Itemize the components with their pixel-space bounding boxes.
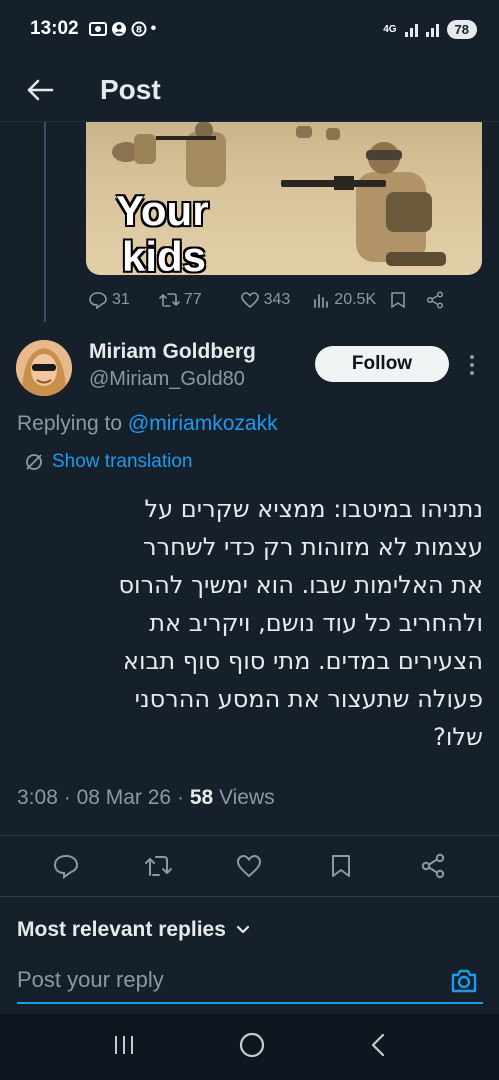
bookmark-icon [391, 292, 405, 308]
parent-post-stats: 31 77 343 20.5K [86, 285, 482, 315]
meta-separator: · [63, 786, 71, 809]
chevron-left-icon [372, 1033, 385, 1056]
more-dot [470, 363, 474, 367]
post-line: נתניהו במיטבו: ממציא שקרים על [144, 495, 483, 523]
translate-icon [26, 454, 42, 470]
camera-button[interactable] [449, 966, 479, 996]
post-line: עצמות לא מזוהות רק כדי לשחרר [143, 533, 483, 561]
analytics-icon [314, 294, 329, 308]
replies-sort-label: Most relevant replies [17, 918, 226, 941]
author-handle[interactable]: @Miriam_Gold80 [89, 368, 245, 391]
show-translation-button[interactable]: Show translation [24, 451, 192, 473]
battery-indicator: 78 [446, 19, 477, 39]
back-button[interactable] [10, 65, 70, 115]
share-icon [421, 853, 445, 879]
bookmark-button-small[interactable] [390, 291, 406, 309]
more-dot [470, 355, 474, 359]
view-count[interactable]: 20.5K [312, 291, 376, 309]
share-icon [427, 291, 444, 309]
notification-icons: 8 • [88, 20, 157, 37]
replying-to-label: Replying to [17, 412, 123, 435]
bookmark-icon [332, 855, 351, 877]
reply-count[interactable]: 31 [88, 291, 130, 309]
post-time: 3:08 [17, 786, 58, 809]
chevron-down-icon [236, 925, 250, 934]
home-icon [240, 1032, 265, 1057]
status-bar: 13:02 8 • 4G 78 [0, 0, 499, 58]
arrow-left-icon [27, 79, 54, 100]
reply-composer[interactable]: Post your reply [17, 958, 483, 1004]
meta-separator: · [176, 786, 184, 809]
reply-button[interactable] [46, 846, 86, 886]
post-timestamp: 3:08 · 08 Mar 26 · 58 Views [17, 786, 275, 810]
replying-to: Replying to @miriamkozakk [17, 412, 278, 436]
post-line: את האלימות שבו. הוא ימשיך להרוס [118, 571, 483, 599]
heart-icon [240, 292, 259, 309]
svg-text:8: 8 [135, 26, 141, 36]
like-count[interactable]: 343 [240, 291, 291, 309]
camera-icon [451, 969, 477, 993]
repost-button[interactable] [138, 846, 178, 886]
dot-icon: • [150, 20, 157, 37]
reply-icon [89, 292, 107, 309]
heart-icon [237, 854, 262, 878]
replies-sort-dropdown[interactable]: Most relevant replies [17, 918, 250, 942]
reply-input[interactable]: Post your reply [17, 967, 164, 993]
post-action-bar [0, 835, 499, 897]
more-dot [470, 371, 474, 375]
recent-apps-icon [114, 1035, 133, 1054]
view-count-value: 20.5K [334, 291, 377, 308]
screenshot-icon [88, 22, 107, 36]
signal-icon-2 [425, 21, 439, 37]
home-button[interactable] [238, 1031, 266, 1064]
bookmark-button[interactable] [321, 846, 361, 886]
repost-icon [144, 856, 172, 876]
views-count: 58 [189, 786, 214, 809]
signal-icon [404, 21, 418, 37]
reply-icon [53, 854, 78, 879]
post-line: פעולה שתעצור את המסע ההרסני [134, 685, 483, 713]
top-app-bar: Post [0, 58, 499, 122]
repost-icon [158, 293, 180, 307]
image-caption-line2: kids [122, 233, 207, 276]
repost-count[interactable]: 77 [158, 291, 202, 309]
share-button-small[interactable] [426, 291, 444, 309]
image-caption-line1: Your [116, 187, 209, 234]
post-line: הצעירים במדים. מתי סוף סוף תבוא [122, 647, 483, 675]
reply-count-value: 31 [112, 291, 130, 308]
thread-connector-line [44, 122, 46, 322]
sync-icon: 8 [131, 21, 147, 37]
page-title: Post [100, 73, 161, 105]
post-date: 08 Mar 26 [76, 786, 172, 809]
follow-button[interactable]: Follow [315, 346, 449, 382]
share-button[interactable] [413, 846, 453, 886]
parent-post-image[interactable]: Your kids [86, 122, 482, 275]
network-label: 4G [383, 23, 397, 35]
show-translation-label: Show translation [52, 451, 193, 472]
avatar-portrait [16, 340, 72, 396]
post-author: Miriam Goldberg @Miriam_Gold80 Follow [16, 338, 486, 398]
repost-count-value: 77 [183, 291, 202, 308]
like-count-value: 343 [263, 291, 291, 308]
views-label[interactable]: Views [219, 786, 275, 809]
system-back-button[interactable] [368, 1032, 388, 1063]
author-name[interactable]: Miriam Goldberg [89, 340, 256, 364]
avatar[interactable] [16, 340, 72, 396]
status-time: 13:02 [30, 18, 79, 39]
replying-to-user-link[interactable]: @miriamkozakk [128, 412, 278, 435]
recent-apps-button[interactable] [111, 1033, 137, 1062]
system-navigation-bar [0, 1014, 499, 1080]
post-line: שלו? [433, 723, 483, 751]
account-icon [111, 22, 126, 36]
post-body: נתניהו במיטבו: ממציא שקרים על עצמות לא מ… [17, 490, 483, 756]
post-line: ולהחריב כל עוד נושם, ויקריב את [149, 609, 483, 637]
like-button[interactable] [229, 846, 269, 886]
more-options-button[interactable] [464, 350, 480, 380]
